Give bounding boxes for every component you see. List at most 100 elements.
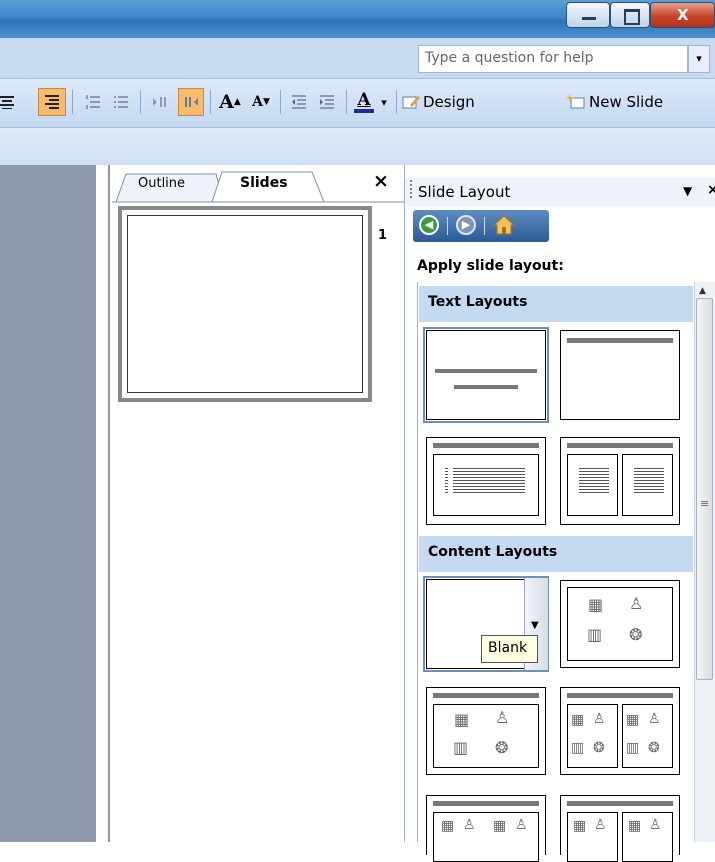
diagram-icon: ❂ (629, 625, 643, 644)
layout-title-and-text[interactable] (426, 437, 546, 525)
left-pane-edge (96, 165, 110, 842)
close-icon: X (677, 6, 689, 24)
layout-title-and-four-content[interactable]: ▦ ♙ ▦ ♙ (560, 795, 680, 862)
clip-art-icon: ♙ (593, 711, 606, 727)
layout-content[interactable]: ▦ ♙ ▥ ❂ (560, 580, 680, 668)
layout-title-and-content[interactable]: ▦ ♙ ▥ ❂ (426, 687, 546, 775)
design-button[interactable]: Design (402, 88, 498, 116)
slide-thumbnail[interactable] (127, 215, 363, 393)
tab-slides[interactable]: Slides (240, 175, 288, 191)
blank-tooltip: Blank (481, 635, 538, 663)
forward-arrow-icon[interactable]: ▶ (456, 215, 476, 235)
diagram-icon: ❂ (648, 740, 660, 756)
toolbar-separator (396, 90, 397, 114)
close-window-button[interactable]: X (650, 2, 715, 28)
table-icon: ▦ (628, 818, 642, 834)
chevron-down-icon: ▼ (531, 620, 539, 631)
new-slide-icon (566, 94, 585, 109)
layout-title-slide-selected[interactable] (423, 327, 549, 423)
slide-number: 1 (378, 228, 388, 243)
numbering-icon (86, 95, 100, 109)
grip-icon (410, 180, 412, 200)
home-icon[interactable] (493, 215, 515, 235)
apply-layout-label: Apply slide layout: (417, 258, 564, 274)
clip-art-icon: ♙ (515, 817, 528, 833)
diagram-icon: ❂ (593, 740, 605, 756)
nav-separator (484, 217, 485, 235)
table-icon: ▦ (626, 712, 640, 728)
clip-art-icon: ♙ (629, 594, 644, 613)
layout-title-only[interactable] (560, 330, 680, 420)
maximize-button[interactable] (610, 2, 650, 28)
toolbar-separator (210, 90, 211, 114)
section-text-layouts: Text Layouts (419, 286, 693, 322)
font-color-swatch (354, 109, 374, 113)
table-icon: ▦ (571, 712, 585, 728)
help-dropdown-button[interactable]: ▾ (688, 45, 710, 73)
design-label: Design (423, 93, 475, 111)
new-slide-label: New Slide (589, 93, 664, 111)
toolbar-separator (280, 90, 281, 114)
grow-font-arrow-icon: ▲ (233, 97, 241, 107)
tab-outline[interactable]: Outline (138, 176, 185, 191)
align-center-button[interactable] (0, 88, 14, 116)
clip-art-icon: ♙ (649, 817, 662, 833)
diagram-icon: ❂ (495, 738, 509, 757)
bullets-icon (114, 96, 128, 108)
new-slide-button[interactable]: New Slide (566, 88, 715, 116)
layout-title-and-two-column-text[interactable] (560, 437, 680, 525)
table-icon: ▦ (454, 710, 470, 729)
back-arrow-icon[interactable]: ◀ (419, 215, 439, 235)
table-icon: ▦ (493, 818, 507, 834)
increase-indent-icon (320, 95, 334, 109)
minimize-icon (582, 17, 596, 20)
shrink-font-label: A (252, 94, 263, 110)
scroll-grip-icon: ≡ (700, 497, 710, 510)
clip-art-icon: ♙ (495, 708, 510, 727)
align-right-button[interactable] (38, 88, 66, 116)
table-icon: ▦ (573, 818, 587, 834)
shrink-font-arrow-icon: ▼ (262, 97, 270, 107)
clip-art-icon: ♙ (648, 711, 661, 727)
nav-separator (447, 217, 448, 235)
minimize-button[interactable] (566, 2, 610, 28)
section-content-layouts: Content Layouts (419, 536, 693, 572)
font-color-letter: A (357, 90, 371, 110)
chart-icon: ▥ (626, 740, 640, 756)
clip-art-icon: ♙ (463, 817, 476, 833)
ltr-button[interactable] (148, 88, 172, 116)
maximize-icon (624, 9, 640, 25)
grow-font-button[interactable]: A ▲ (216, 88, 244, 116)
font-color-button[interactable]: A (352, 88, 376, 116)
task-pane-menu-button[interactable]: ▼ (683, 184, 692, 198)
table-icon: ▦ (588, 595, 604, 614)
scroll-thumb[interactable]: ≡ (696, 298, 713, 680)
toolbar-band-empty (0, 128, 715, 165)
increase-indent-button[interactable] (314, 88, 340, 116)
grow-font-label: A (219, 91, 234, 113)
numbering-button[interactable] (80, 88, 106, 116)
scroll-up-button[interactable]: ▲ (699, 286, 706, 296)
toolbar-separator (140, 90, 141, 114)
chart-icon: ▥ (453, 738, 469, 757)
clip-art-icon: ♙ (594, 817, 607, 833)
left-workspace-strip (0, 165, 96, 842)
font-color-dropdown[interactable]: ▾ (376, 88, 392, 116)
decrease-indent-icon (292, 95, 306, 109)
task-pane-close-button[interactable]: × (707, 182, 715, 198)
shrink-font-button[interactable]: A ▼ (248, 88, 274, 116)
help-search-input[interactable]: Type a question for help (418, 45, 688, 73)
toolbar-separator (72, 90, 73, 114)
toolbar-separator (346, 90, 347, 114)
task-pane-title[interactable]: Slide Layout (418, 183, 510, 201)
design-icon (402, 96, 420, 109)
rtl-button[interactable] (178, 88, 204, 116)
layout-title-and-content-over-two[interactable]: ▦ ♙ ▦ ♙ (426, 795, 546, 862)
chart-icon: ▥ (571, 740, 585, 756)
close-pane-button[interactable]: × (373, 170, 389, 192)
layout-title-and-two-content[interactable]: ▦ ♙ ▥ ❂ ▦ ♙ ▥ ❂ (560, 687, 680, 775)
chevron-down-icon: ▾ (381, 95, 387, 109)
left-to-right-icon (153, 97, 166, 107)
decrease-indent-button[interactable] (286, 88, 312, 116)
bullets-button[interactable] (108, 88, 134, 116)
